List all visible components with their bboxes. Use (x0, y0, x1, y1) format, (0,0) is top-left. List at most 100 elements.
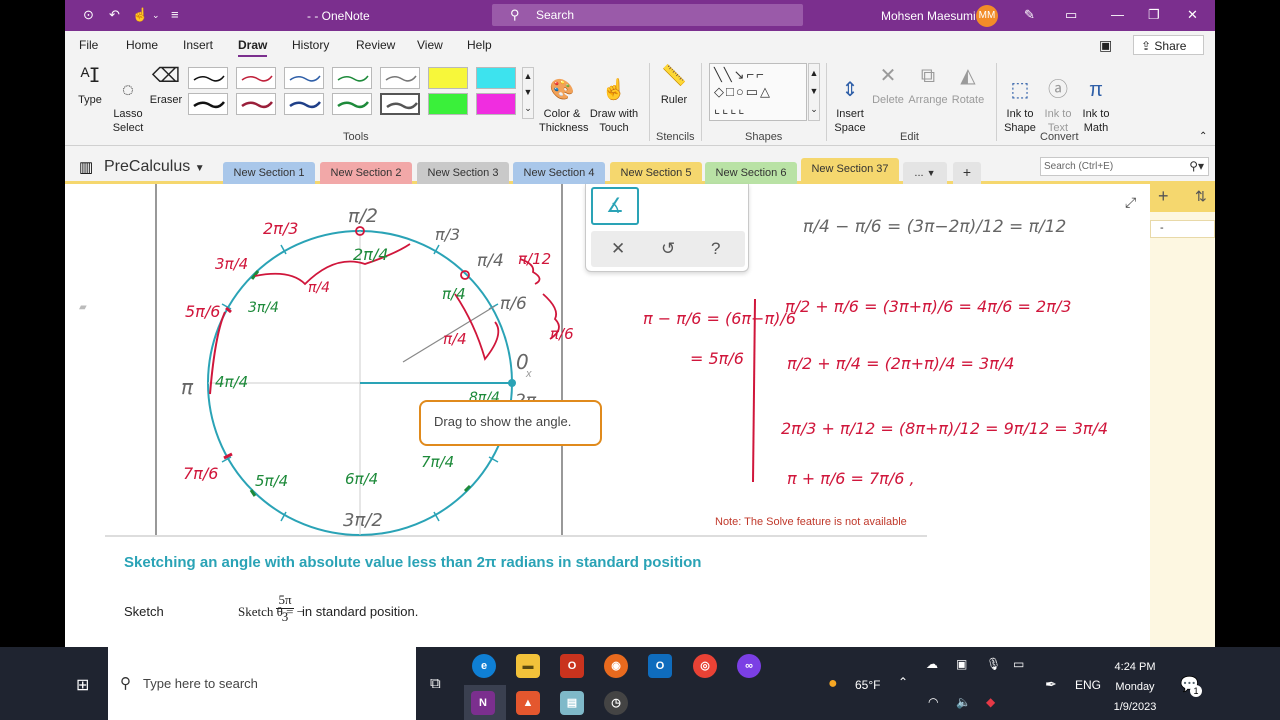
pen-black-thick[interactable] (188, 93, 228, 115)
paragraph-handle-icon[interactable]: ▰ (79, 302, 87, 313)
sort-icon[interactable]: ⇅ (1195, 188, 1207, 205)
shapes-gallery[interactable]: ╲╲↘⌐⌐ ◇□○▭△ ⌞⌞⌞⌞ (709, 63, 807, 121)
maximize-icon[interactable]: ❐ (1148, 7, 1160, 23)
help-icon[interactable]: ? (711, 239, 720, 259)
angle-handle[interactable] (508, 379, 516, 387)
minimize-icon[interactable]: — (1111, 7, 1124, 22)
collapse-ribbon-icon[interactable]: ⌃ (1199, 131, 1207, 142)
expand-icon[interactable]: ⤢ (1125, 194, 1136, 211)
section-tab-37[interactable]: New Section 37 (801, 158, 899, 184)
dropbox-icon[interactable]: ◆ (986, 695, 995, 709)
section-tab-4[interactable]: New Section 4 (513, 162, 605, 184)
notebook-name[interactable]: PreCalculus ▼ (104, 158, 205, 176)
notebook-search-input[interactable]: Search (Ctrl+E) ⚲▾ (1040, 157, 1209, 176)
chevron-up-icon[interactable]: ⌃ (898, 675, 908, 689)
highlighter-green[interactable] (428, 93, 468, 115)
arrange-button[interactable]: ⧉ Arrange (907, 63, 949, 107)
file-explorer-icon[interactable]: ▬ (516, 654, 540, 678)
touch-mode-icon[interactable]: ☝ (132, 7, 148, 23)
pen-menu-icon[interactable]: ✒ (1045, 676, 1057, 693)
office-icon[interactable]: O (560, 654, 584, 678)
edge-icon[interactable]: e (472, 654, 496, 678)
tab-help[interactable]: Help (467, 38, 492, 52)
close-icon[interactable]: ✕ (611, 239, 625, 259)
weather-icon[interactable]: ● (828, 675, 838, 693)
shapes-scroll[interactable]: ▲ ▼ ⌄ (808, 63, 820, 121)
angle-tool-button[interactable]: ∡ (591, 187, 639, 225)
notebook-panel-icon[interactable]: ▣ (1099, 37, 1112, 54)
avatar[interactable]: MM (976, 5, 998, 27)
restore-ribbon-icon[interactable]: ▭ (1065, 7, 1077, 23)
insert-space-button[interactable]: ⇕ Insert Space (831, 63, 869, 135)
type-button[interactable]: ᴬⵊ Type (75, 63, 105, 107)
tab-file[interactable]: File (79, 38, 98, 52)
color-thickness-button[interactable]: 🎨 Color & Thickness (539, 63, 589, 135)
lasso-select-button[interactable]: ◌ Lasso Select (109, 63, 147, 135)
pen-blue-thin[interactable] (284, 67, 324, 89)
meet-icon[interactable]: ▣ (956, 657, 967, 671)
section-tab-1[interactable]: New Section 1 (223, 162, 315, 184)
outlook-icon[interactable]: O (648, 654, 672, 678)
section-tab-5[interactable]: New Section 5 (610, 162, 702, 184)
section-tab-3[interactable]: New Section 3 (417, 162, 509, 184)
pen-gray-thin[interactable] (380, 67, 420, 89)
pens-scroll[interactable]: ▲ ▼ ⌄ (522, 67, 534, 119)
highlighter-yellow[interactable] (428, 67, 468, 89)
pen-blue-thick[interactable] (284, 93, 324, 115)
matlab-icon[interactable]: ▲ (516, 691, 540, 715)
share-button[interactable]: ⇪ Share (1133, 35, 1204, 55)
taskbar-search-input[interactable]: ⚲ Type here to search (108, 647, 416, 720)
windows-start-icon[interactable]: ⊞ (76, 675, 89, 695)
ink-to-text-button[interactable]: ⓐ Ink to Text (1041, 63, 1075, 135)
section-tab-2[interactable]: New Section 2 (320, 162, 412, 184)
highlighter-magenta[interactable] (476, 93, 516, 115)
volume-icon[interactable]: 🔈 (956, 695, 971, 709)
tab-home[interactable]: Home (126, 38, 158, 52)
title-search-box[interactable]: ⚲ Search (492, 4, 803, 26)
back-icon[interactable]: ⊙ (83, 7, 94, 23)
ink-to-math-button[interactable]: π Ink to Math (1077, 63, 1115, 135)
eraser-button[interactable]: ⌫ Eraser (149, 63, 183, 107)
customize-qat-icon[interactable]: ≡ (171, 7, 179, 22)
microphone-icon[interactable]: 🎙 (986, 657, 1001, 671)
section-tab-6[interactable]: New Section 6 (705, 162, 797, 184)
onenote-icon[interactable]: N (471, 691, 495, 715)
page-item[interactable]: - (1150, 220, 1215, 238)
add-section-button[interactable]: + (953, 162, 981, 184)
undo-icon[interactable]: ↶ (109, 7, 120, 23)
recorder-icon[interactable]: ◷ (604, 691, 628, 715)
chrome-icon[interactable]: ◎ (693, 654, 717, 678)
clock[interactable]: 4:24 PM Monday 1/9/2023 (1100, 657, 1170, 717)
highlighter-cyan[interactable] (476, 67, 516, 89)
battery-icon[interactable]: ▭ (1013, 657, 1024, 671)
pen-green-thick[interactable] (332, 93, 372, 115)
page-canvas[interactable]: x π/2 2π/4 π/3 π/4 π/12 π/4 π/6 π/6 π/4 … (65, 184, 1150, 647)
language-indicator[interactable]: ENG (1075, 678, 1101, 692)
rotate-button[interactable]: ◭ Rotate (950, 63, 986, 107)
task-view-icon[interactable]: ⧉ (430, 675, 441, 692)
firefox-icon[interactable]: ◉ (604, 654, 628, 678)
cloud-icon[interactable]: ☁ (926, 657, 938, 671)
notes-icon[interactable]: ▤ (560, 691, 584, 715)
pen-red-thick[interactable] (236, 93, 276, 115)
pen-black-thin[interactable] (188, 67, 228, 89)
pen-red-thin[interactable] (236, 67, 276, 89)
ink-to-shape-button[interactable]: ⬚ Ink to Shape (1001, 63, 1039, 135)
pen-green-thin[interactable] (332, 67, 372, 89)
pen-gray-selected[interactable] (380, 93, 420, 115)
chevron-down-icon[interactable]: ⌄ (152, 10, 160, 21)
tab-insert[interactable]: Insert (183, 38, 213, 52)
more-sections-button[interactable]: ... ▼ (903, 162, 947, 184)
draw-with-touch-button[interactable]: ☝ Draw with Touch (588, 63, 640, 135)
weather-temp[interactable]: 65°F (855, 678, 880, 692)
close-icon[interactable]: ✕ (1187, 7, 1198, 23)
delete-button[interactable]: ✕ Delete (871, 63, 905, 107)
wifi-icon[interactable]: ◠ (928, 695, 938, 709)
app-icon[interactable]: ∞ (737, 654, 761, 678)
ruler-button[interactable]: 📏 Ruler (657, 63, 691, 107)
tab-history[interactable]: History (292, 38, 329, 52)
pen-settings-icon[interactable]: ✎ (1024, 7, 1035, 23)
add-page-button[interactable]: + ⇅ (1150, 184, 1215, 212)
tab-view[interactable]: View (417, 38, 443, 52)
tab-draw[interactable]: Draw (238, 38, 268, 57)
